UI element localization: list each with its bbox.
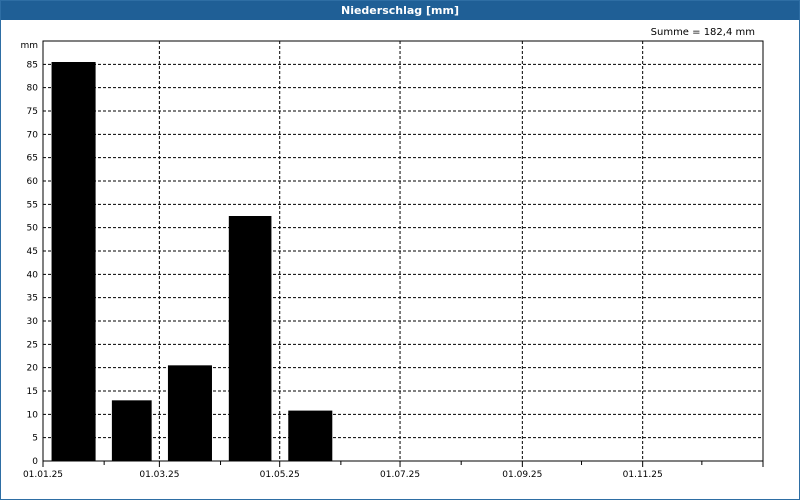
y-tick-label: 85 — [27, 60, 38, 70]
bar — [111, 400, 152, 461]
precipitation-chart: 0 5 10 15 20 25 30 35 40 45 50 55 60 65 70 75 80 85 mm 01.0… — [20, 40, 764, 480]
y-tick-label: 55 — [27, 200, 38, 210]
y-tick-label: 10 — [27, 410, 39, 420]
y-tick-label: 40 — [27, 270, 39, 280]
x-tick-label: 01.09.25 — [502, 470, 542, 480]
y-tick-label: 20 — [27, 364, 39, 374]
y-tick-label: 0 — [32, 457, 38, 467]
bar — [167, 365, 212, 461]
y-tick-label: 75 — [27, 107, 38, 117]
y-axis-unit: mm — [20, 41, 38, 51]
y-tick-label: 70 — [27, 130, 39, 140]
y-tick-label: 5 — [32, 434, 38, 444]
y-tick-label: 60 — [27, 177, 39, 187]
x-tick-label: 01.03.25 — [139, 470, 179, 480]
bar — [51, 62, 96, 461]
bar — [228, 216, 272, 461]
y-tick-label: 30 — [27, 317, 39, 327]
y-tick-label: 65 — [27, 154, 38, 164]
y-tick-label: 45 — [27, 247, 38, 257]
chart-window: Niederschlag [mm] Summe = 182,4 mm 0 5 10 1… — [0, 0, 800, 500]
x-tick-label: 01.07.25 — [380, 470, 420, 480]
x-tick-label: 01.01.25 — [23, 470, 63, 480]
y-tick-label: 35 — [27, 294, 38, 304]
bar — [288, 410, 333, 461]
y-tick-label: 15 — [27, 387, 38, 397]
x-tick-label: 01.05.25 — [260, 470, 300, 480]
x-tick-label: 01.11.25 — [623, 470, 663, 480]
y-tick-label: 80 — [27, 84, 39, 94]
y-tick-label: 25 — [27, 340, 38, 350]
y-tick-label: 50 — [27, 224, 39, 234]
